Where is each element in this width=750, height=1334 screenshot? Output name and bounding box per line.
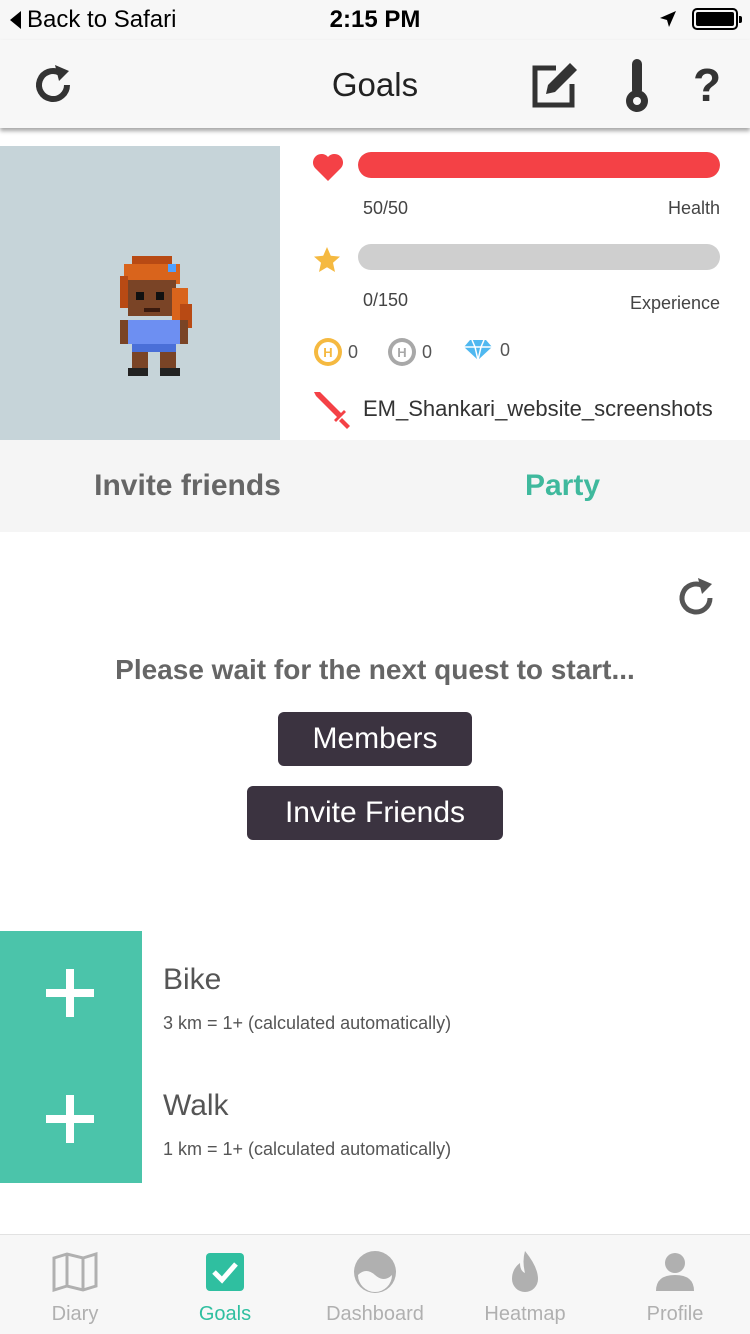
stats-panel: 50/50 Health 0/150 Experience H 0 H 0 0 … [280, 132, 750, 440]
health-bar [358, 152, 720, 178]
tab-diary[interactable]: Diary [0, 1235, 150, 1334]
checkbox-icon [201, 1249, 249, 1295]
activity-name: Walk [163, 1089, 229, 1122]
activity-name: Bike [163, 963, 222, 996]
edit-button[interactable] [530, 58, 580, 112]
battery-icon [692, 8, 742, 30]
experience-bar [358, 244, 720, 270]
avatar-sprite [120, 256, 192, 376]
heart-icon [312, 153, 344, 181]
nav-bar: Goals ? [0, 40, 750, 128]
gem-amount: 0 [500, 339, 511, 360]
silver-amount: 0 [422, 341, 433, 362]
tab-goals[interactable]: Goals [150, 1235, 300, 1334]
gold-coin-icon: H [314, 338, 342, 366]
status-bar: Back to Safari 2:15 PM [0, 0, 750, 40]
edit-icon [532, 63, 577, 108]
map-icon [51, 1249, 99, 1295]
party-name: EM_Shankari_website_screenshots [363, 396, 713, 421]
refresh-icon [679, 578, 713, 615]
thermometer-button[interactable] [612, 58, 662, 112]
gold-currency: H 0 [314, 338, 358, 366]
silver-currency: H 0 [388, 338, 432, 366]
flame-icon [501, 1249, 549, 1295]
health-value: 50/50 [363, 198, 409, 218]
tab-heatmap[interactable]: Heatmap [450, 1235, 600, 1334]
experience-label: Experience [629, 293, 720, 313]
gold-amount: 0 [348, 341, 359, 362]
location-arrow-icon [660, 11, 676, 27]
gem-currency: 0 [462, 338, 510, 362]
star-icon [314, 247, 340, 272]
quest-wait-message: Please wait for the next quest to start.… [115, 654, 635, 685]
tab-invite-friends[interactable]: Invite friends [0, 440, 375, 532]
help-button[interactable]: ? [682, 58, 732, 112]
dashboard-icon [351, 1249, 399, 1295]
activity-description: 1 km = 1+ (calculated automatically) [163, 1139, 452, 1159]
health-label: Health [667, 198, 720, 218]
person-icon [651, 1249, 699, 1295]
silver-coin-icon: H [388, 338, 416, 366]
add-bike-button[interactable] [0, 931, 142, 1057]
party-refresh-button[interactable] [672, 574, 720, 627]
sword-icon [314, 392, 350, 429]
tab-party[interactable]: Party [375, 440, 750, 532]
experience-value: 0/150 [363, 290, 409, 310]
avatar-panel [0, 146, 280, 440]
activity-row-bike: Bike 3 km = 1+ (calculated automatically… [0, 931, 750, 1057]
add-walk-button[interactable] [0, 1057, 142, 1183]
members-button[interactable]: Members [278, 712, 472, 766]
tab-profile[interactable]: Profile [600, 1235, 750, 1334]
tab-dashboard[interactable]: Dashboard [300, 1235, 450, 1334]
gem-icon [464, 339, 492, 361]
invite-friends-button[interactable]: Invite Friends [247, 786, 503, 840]
activity-description: 3 km = 1+ (calculated automatically) [163, 1013, 452, 1033]
clock: 2:15 PM [329, 6, 421, 33]
segment-tabs: Invite friends Party [0, 440, 750, 532]
activity-row-walk: Walk 1 km = 1+ (calculated automatically… [0, 1057, 750, 1183]
thermometer-icon [626, 59, 648, 112]
bottom-tab-bar: Diary Goals Dashboard Heatmap Profile [0, 1234, 750, 1334]
